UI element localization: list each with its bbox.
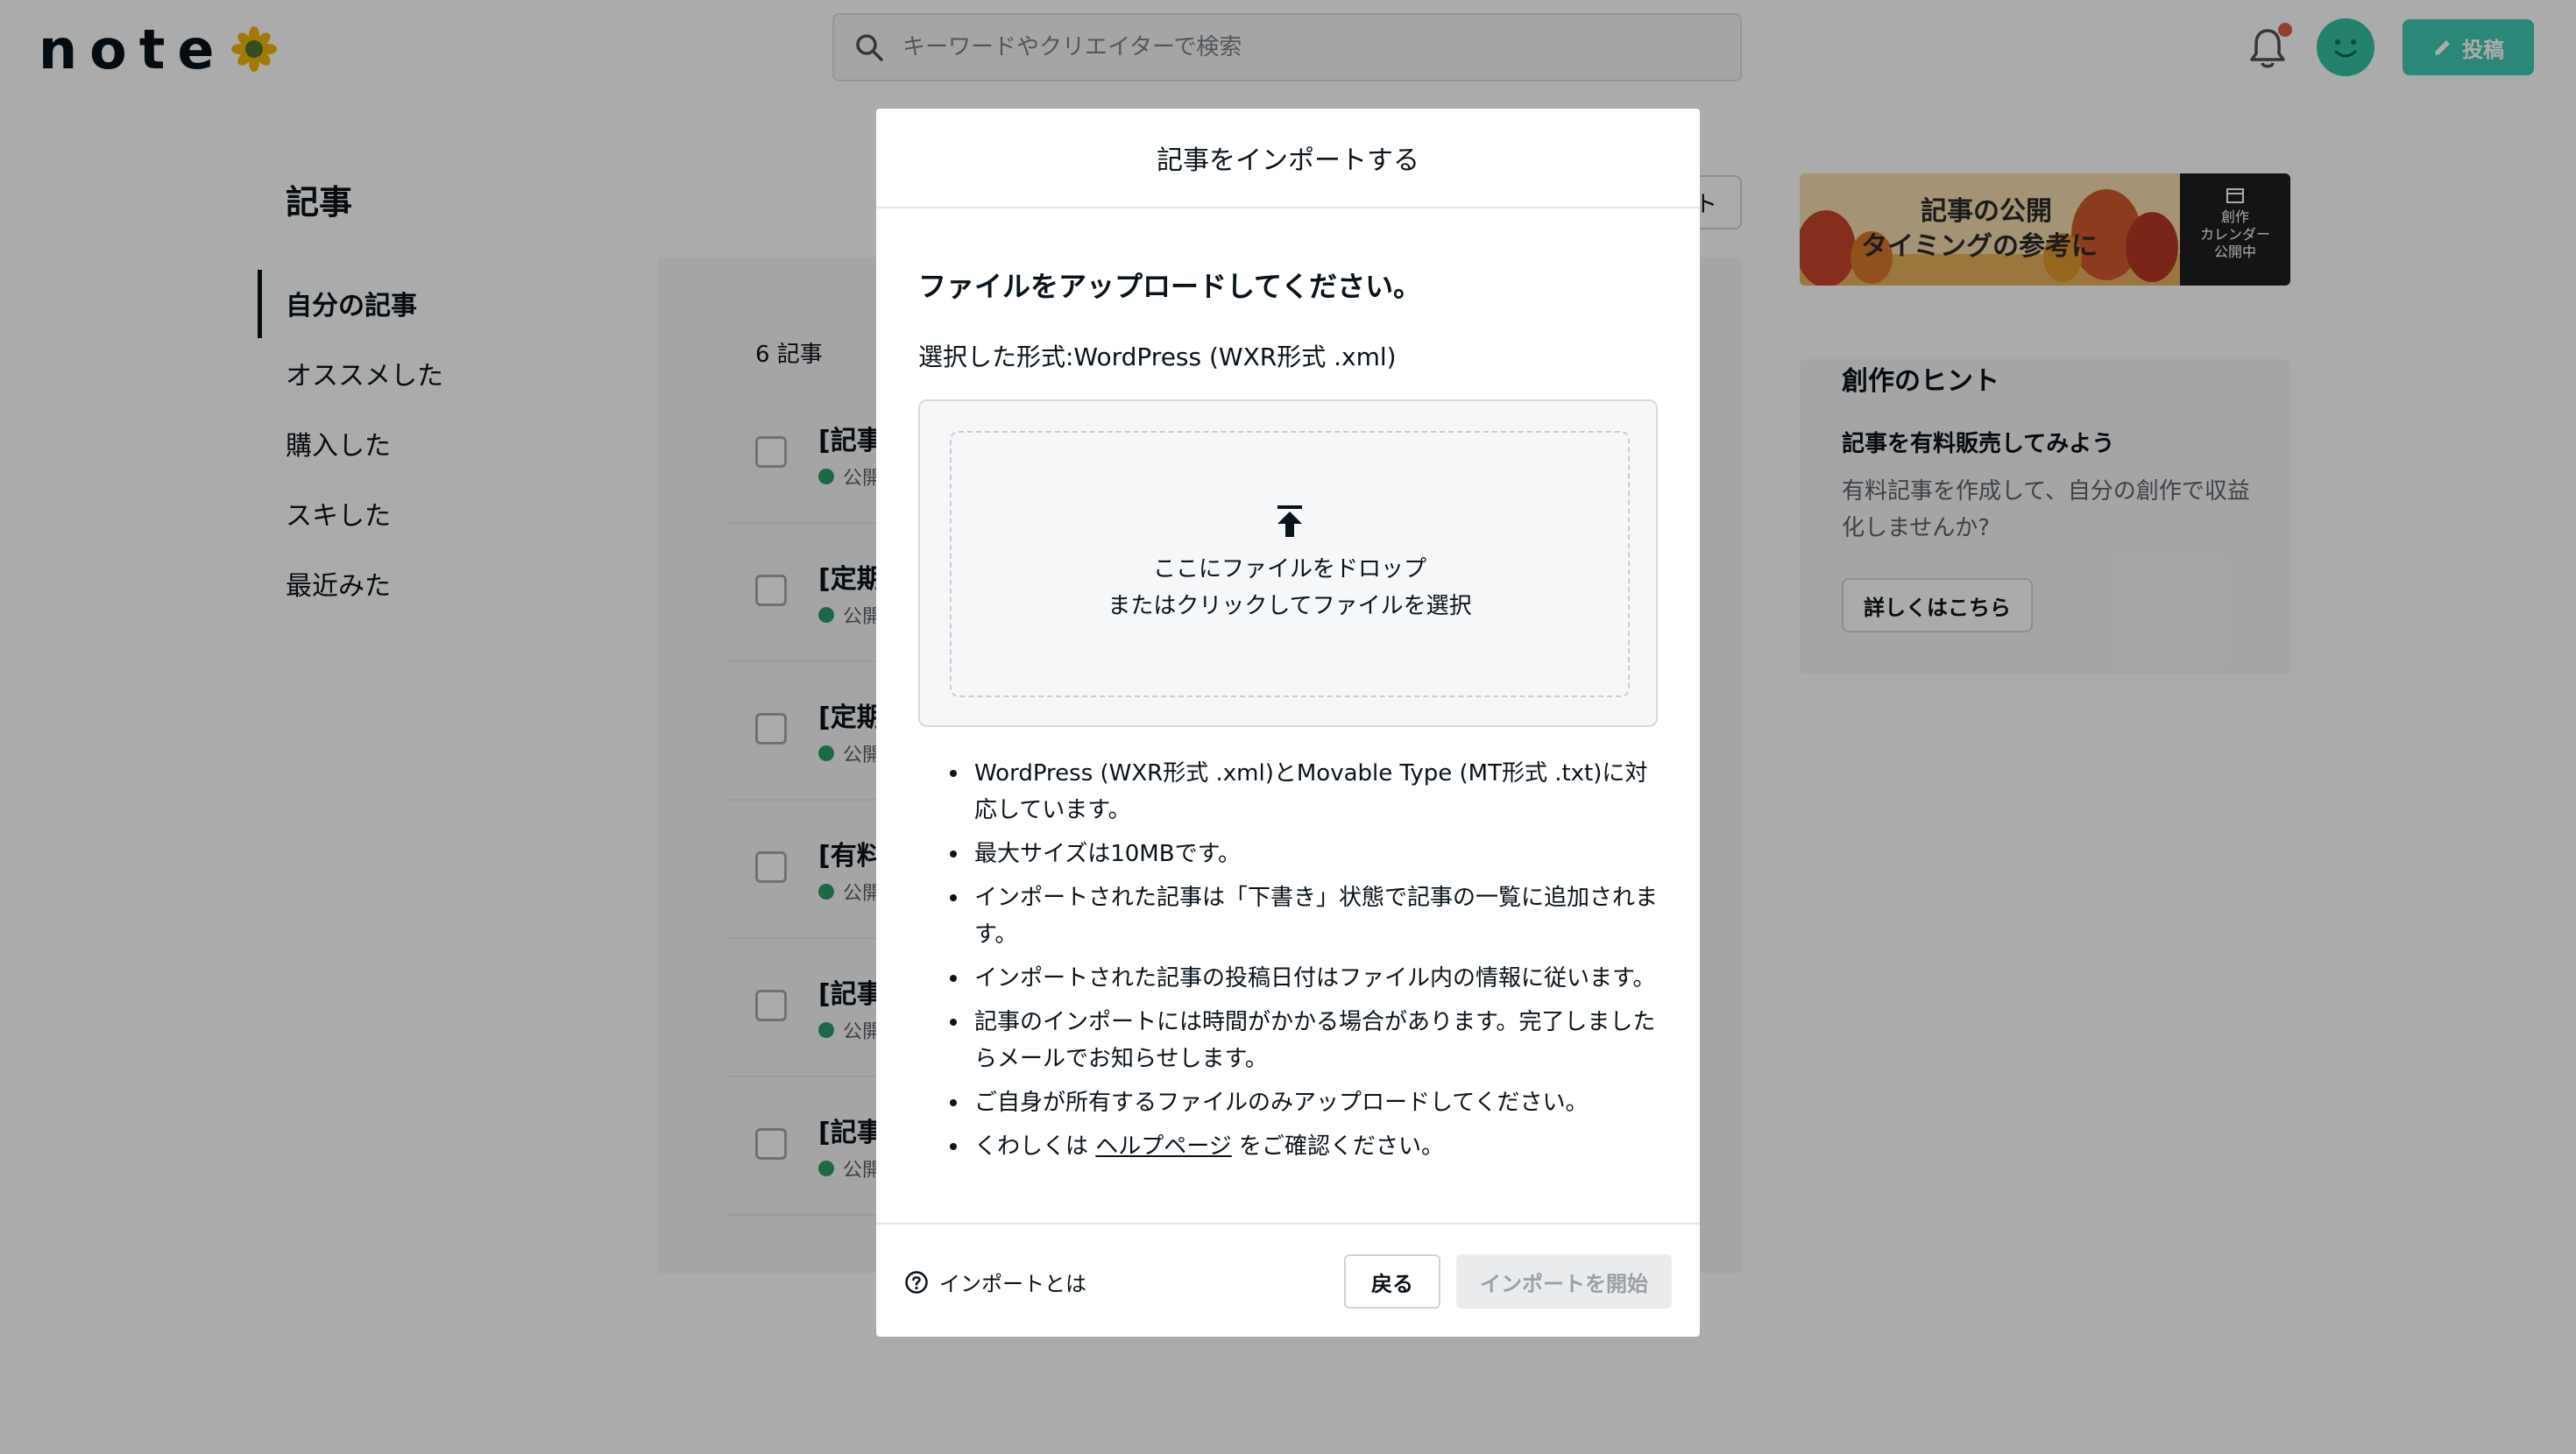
dialog-title: 記事をインポートする [876,109,1700,208]
back-button[interactable]: 戻る [1344,1254,1440,1309]
drop-line-2: またはクリックしてファイルを選択 [1108,593,1472,619]
file-drop-target[interactable]: ここにファイルをドロップ またはクリックしてファイルを選択 [950,431,1630,697]
what-is-import-link[interactable]: インポートとは [904,1267,1086,1297]
upload-instruction: ファイルをアップロードしてください。 [918,270,1422,303]
drop-text: ここにファイルをドロップ またはクリックしてファイルを選択 [1108,551,1471,625]
help-note-prefix: くわしくは [974,1133,1089,1160]
help-page-link[interactable]: ヘルプページ [1095,1133,1231,1160]
file-drop-zone[interactable]: ここにファイルをドロップ またはクリックしてファイルを選択 [918,399,1658,727]
import-note: WordPress (WXR形式 .xml)とMovable Type (MT形… [950,755,1660,829]
import-note: 記事のインポートには時間がかかる場合があります。完了しましたらメールでお知らせし… [950,1004,1660,1077]
upload-icon [1277,505,1302,537]
drop-line-1: ここにファイルをドロップ [1152,556,1426,582]
import-notes-list: WordPress (WXR形式 .xml)とMovable Type (MT形… [918,755,1660,1172]
question-circle-icon [905,1270,928,1294]
import-note: インポートされた記事は「下書き」状態で記事の一覧に追加されます。 [950,879,1660,953]
selected-format: 選択した形式:WordPress (WXR形式 .xml) [918,342,1397,371]
import-note-help: くわしくは ヘルプページ をご確認ください。 [950,1128,1660,1165]
help-link-label: インポートとは [939,1272,1086,1296]
help-note-suffix: をご確認ください。 [1239,1133,1445,1160]
import-note: インポートされた記事の投稿日付はファイル内の情報に従います。 [950,960,1660,997]
start-import-button[interactable]: インポートを開始 [1456,1254,1672,1309]
import-dialog: 記事をインポートする ファイルをアップロードしてください。 選択した形式:Wor… [876,109,1700,1337]
import-note: ご自身が所有するファイルのみアップロードしてください。 [950,1084,1660,1121]
dialog-footer: インポートとは 戻る インポートを開始 [876,1223,1700,1338]
import-note: 最大サイズは10MBです。 [950,836,1660,872]
